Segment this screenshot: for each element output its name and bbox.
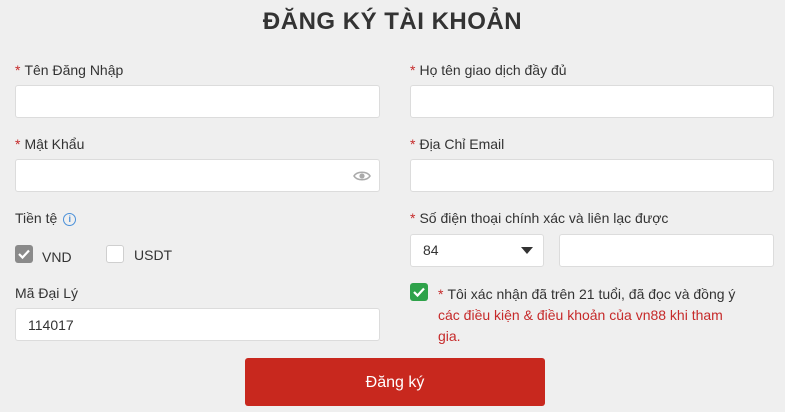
chevron-down-icon [521, 247, 533, 254]
phone-label: * Số điện thoại chính xác và liên lạc đượ… [410, 210, 668, 226]
phone-label-text: Số điện thoại chính xác và liên lạc được [419, 210, 669, 226]
fullname-label: * Họ tên giao dịch đầy đủ [410, 62, 567, 78]
email-label-text: Địa Chỉ Email [419, 136, 505, 152]
fullname-input[interactable] [410, 85, 774, 118]
country-code-value: 84 [423, 242, 439, 258]
username-label: * Tên Đăng Nhập [15, 62, 123, 78]
agreement-text: * Tôi xác nhận đã trên 21 tuổi, đã đọc và… [438, 284, 748, 347]
password-label: * Mật Khẩu [15, 136, 84, 152]
username-label-text: Tên Đăng Nhập [24, 62, 124, 78]
required-mark: * [15, 62, 21, 78]
eye-icon[interactable] [353, 170, 371, 182]
fullname-label-text: Họ tên giao dịch đầy đủ [419, 62, 567, 78]
email-label: * Địa Chỉ Email [410, 136, 504, 152]
agent-code-label: Mã Đại Lý [15, 285, 79, 301]
phone-input[interactable] [559, 234, 774, 267]
email-input[interactable] [410, 159, 774, 192]
password-input[interactable] [15, 159, 380, 192]
check-icon [413, 287, 425, 298]
required-mark: * [410, 210, 416, 226]
currency-vnd-checkbox[interactable] [15, 245, 33, 263]
page-title: ĐĂNG KÝ TÀI KHOẢN [262, 8, 523, 35]
agreement-checkbox[interactable] [410, 283, 428, 301]
agent-code-input[interactable] [15, 308, 380, 341]
currency-label-text: Tiền tệ [15, 210, 58, 226]
required-mark: * [410, 136, 416, 152]
currency-usdt-checkbox[interactable] [106, 245, 124, 263]
currency-usdt-label: USDT [134, 247, 173, 263]
username-input[interactable] [15, 85, 380, 118]
currency-label: Tiền tệ i [15, 210, 77, 226]
currency-vnd-label: VND [42, 249, 72, 265]
required-mark: * [410, 62, 416, 78]
terms-link[interactable]: các điều kiện & điều khoản của vn88 khi … [438, 307, 723, 344]
required-mark: * [15, 136, 21, 152]
required-mark: * [438, 286, 444, 302]
register-button[interactable]: Đăng ký [245, 358, 545, 406]
agreement-statement: Tôi xác nhận đã trên 21 tuổi, đã đọc và … [447, 286, 736, 302]
password-label-text: Mật Khẩu [24, 136, 85, 152]
check-icon [18, 249, 30, 260]
info-icon[interactable]: i [63, 213, 77, 226]
